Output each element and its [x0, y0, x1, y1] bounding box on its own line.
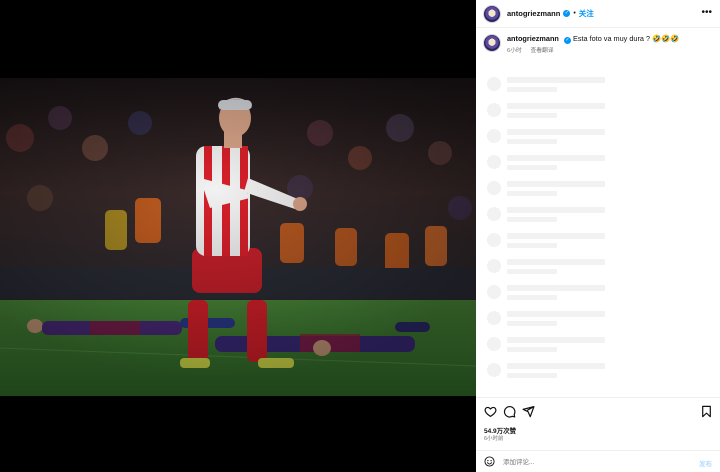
skeleton-line	[507, 207, 605, 213]
username-link[interactable]: antogriezmann	[507, 9, 560, 18]
skeleton-line	[507, 233, 605, 239]
skeleton-avatar	[487, 337, 501, 351]
header-separator: •	[573, 10, 576, 17]
skeleton-line	[507, 87, 557, 92]
skeleton-line	[507, 337, 605, 343]
caption-body: antogriezmann ✓ Esta foto va muy dura ? …	[507, 34, 679, 54]
skeleton-row	[487, 206, 707, 232]
skeleton-row	[487, 102, 707, 128]
post-sidebar: antogriezmann ✓ • 关注 ••• antogriezmann ✓…	[476, 0, 720, 472]
skeleton-line	[507, 113, 557, 118]
verified-badge-icon: ✓	[563, 10, 571, 17]
skeleton-row	[487, 310, 707, 336]
post-photo[interactable]	[0, 78, 476, 396]
caption-username[interactable]: antogriezmann	[507, 34, 559, 43]
skeleton-line	[507, 155, 605, 161]
comment-icon[interactable]	[503, 405, 516, 418]
skeleton-line	[507, 217, 557, 222]
skeleton-row	[487, 154, 707, 180]
skeleton-line	[507, 295, 557, 300]
photo-illustration	[0, 78, 476, 396]
comment-bar: 发布	[476, 450, 720, 472]
avatar[interactable]	[483, 4, 501, 23]
skeleton-lines	[507, 310, 605, 326]
translate-link[interactable]: 查看翻译	[530, 48, 553, 54]
more-horizontal-icon[interactable]: •••	[701, 7, 712, 18]
skeleton-avatar	[487, 129, 501, 143]
skeleton-line	[507, 165, 557, 170]
skeleton-lines	[507, 258, 605, 274]
bookmark-icon[interactable]	[700, 405, 713, 418]
skeleton-row	[487, 76, 707, 102]
skeleton-row	[487, 128, 707, 154]
caption-line: antogriezmann ✓ Esta foto va muy dura ? …	[507, 34, 679, 44]
skeleton-row	[487, 180, 707, 206]
skeleton-lines	[507, 362, 605, 378]
skeleton-avatar	[487, 155, 501, 169]
skeleton-row	[487, 284, 707, 310]
share-icon[interactable]	[522, 405, 535, 418]
skeleton-row	[487, 258, 707, 284]
skeleton-lines	[507, 102, 605, 118]
skeleton-line	[507, 363, 605, 369]
skeleton-line	[507, 311, 605, 317]
skeleton-line	[507, 139, 557, 144]
skeleton-row	[487, 336, 707, 362]
post-actions-bar: 54.9万次赞 6小时前	[476, 397, 720, 448]
emoji-icon[interactable]	[484, 456, 495, 467]
skeleton-avatar	[487, 285, 501, 299]
skeleton-line	[507, 321, 557, 326]
follow-button[interactable]: 关注	[579, 8, 594, 19]
post-comment-button[interactable]: 发布	[699, 458, 712, 468]
skeleton-lines	[507, 76, 605, 92]
skeleton-lines	[507, 206, 605, 222]
skeleton-line	[507, 129, 605, 135]
skeleton-avatar	[487, 259, 501, 273]
skeleton-line	[507, 269, 557, 274]
post-time-ago: 6小时前	[484, 436, 504, 442]
skeleton-row	[487, 362, 707, 388]
skeleton-line	[507, 191, 557, 196]
skeleton-avatar	[487, 311, 501, 325]
post-header: antogriezmann ✓ • 关注 •••	[476, 0, 720, 28]
skeleton-line	[507, 103, 605, 109]
skeleton-avatar	[487, 363, 501, 377]
skeleton-avatar	[487, 103, 501, 117]
skeleton-line	[507, 285, 605, 291]
skeleton-avatar	[487, 207, 501, 221]
caption-time: 6小时	[507, 48, 522, 54]
skeleton-line	[507, 77, 605, 83]
caption-text: Esta foto va muy dura ? 🤣🤣🤣	[572, 34, 680, 43]
skeleton-row	[487, 232, 707, 258]
caption-avatar[interactable]	[483, 34, 501, 52]
skeleton-avatar	[487, 181, 501, 195]
skeleton-lines	[507, 128, 605, 144]
verified-badge-icon: ✓	[563, 37, 571, 44]
skeleton-avatar	[487, 77, 501, 91]
skeleton-lines	[507, 284, 605, 300]
skeleton-lines	[507, 154, 605, 170]
skeleton-line	[507, 259, 605, 265]
caption: antogriezmann ✓ Esta foto va muy dura ? …	[483, 34, 713, 54]
heart-icon[interactable]	[484, 405, 497, 418]
skeleton-line	[507, 373, 557, 378]
media-pane	[0, 0, 476, 472]
skeleton-line	[507, 181, 605, 187]
comments-loading-skeleton	[487, 76, 707, 388]
skeleton-line	[507, 243, 557, 248]
skeleton-lines	[507, 232, 605, 248]
skeleton-line	[507, 347, 557, 352]
skeleton-lines	[507, 180, 605, 196]
comment-input[interactable]	[503, 456, 683, 468]
skeleton-avatar	[487, 233, 501, 247]
skeleton-lines	[507, 336, 605, 352]
caption-meta: 6小时 查看翻译	[507, 45, 679, 54]
